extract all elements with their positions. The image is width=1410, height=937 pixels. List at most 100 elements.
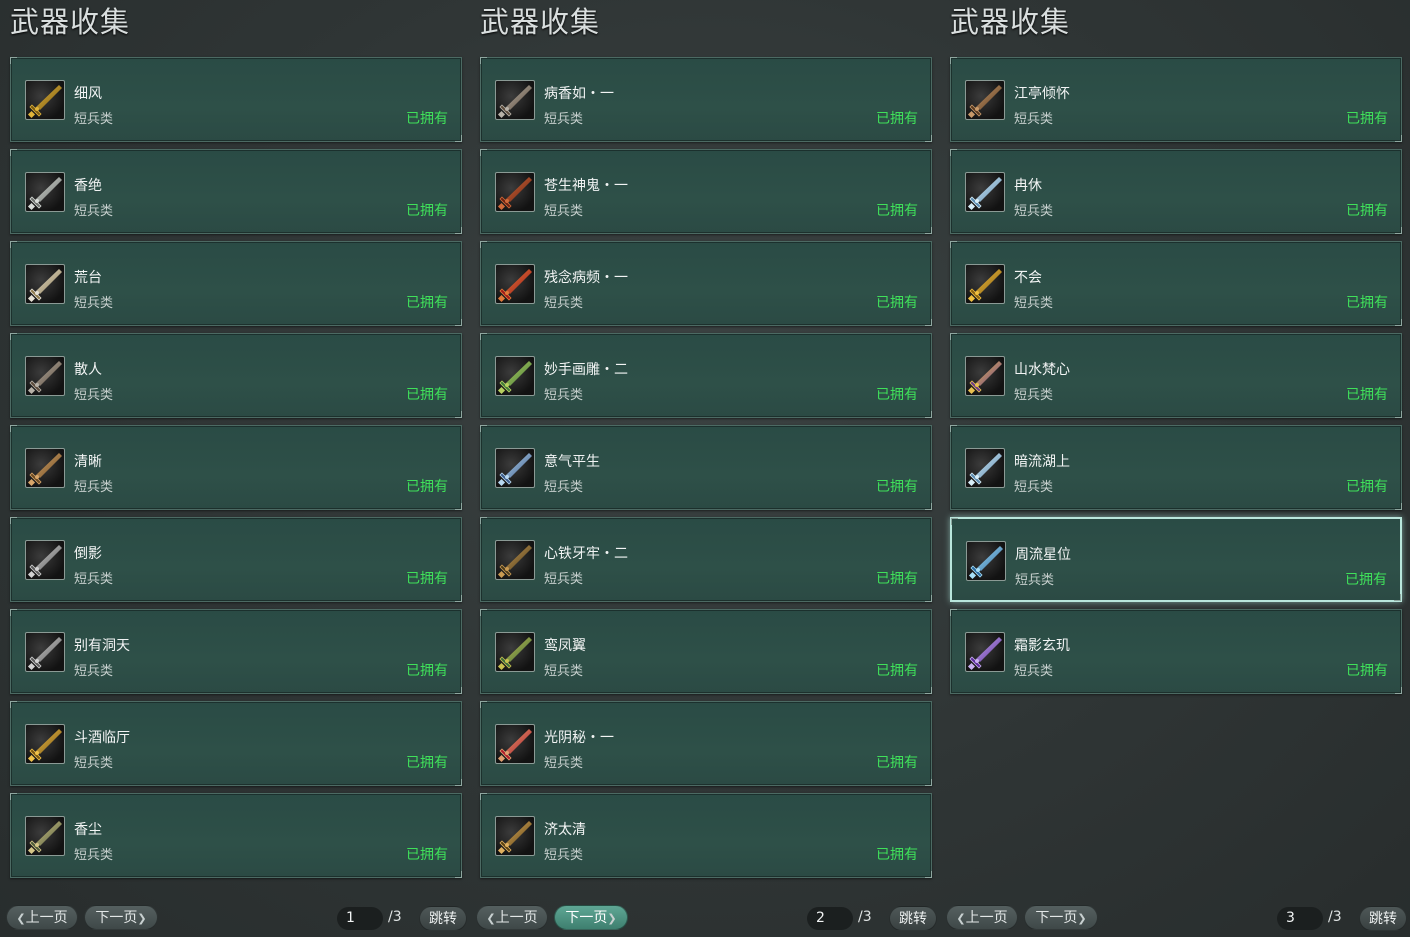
gold-purple-sword-icon bbox=[965, 356, 1005, 396]
jeweled-sword-icon bbox=[25, 816, 65, 856]
owned-status: 已拥有 bbox=[876, 295, 918, 311]
chevron-left-icon: ❮ bbox=[486, 912, 496, 925]
weapon-card[interactable]: 山水梵心 短兵类 已拥有 bbox=[950, 333, 1402, 418]
weapon-card[interactable]: 别有洞天 短兵类 已拥有 bbox=[10, 609, 462, 694]
weapon-type: 短兵类 bbox=[74, 388, 114, 403]
jump-button[interactable]: 跳转 bbox=[889, 906, 937, 931]
weapon-type: 短兵类 bbox=[74, 480, 114, 495]
owned-status: 已拥有 bbox=[876, 663, 918, 679]
weapon-card[interactable]: 霜影玄玑 短兵类 已拥有 bbox=[950, 609, 1402, 694]
prev-page-label: 上一页 bbox=[965, 910, 1008, 926]
gold-cross-icon bbox=[965, 264, 1005, 304]
jump-button[interactable]: 跳转 bbox=[419, 906, 467, 931]
owned-status: 已拥有 bbox=[876, 755, 918, 771]
weapon-name: 别有洞天 bbox=[74, 638, 130, 654]
weapon-card[interactable]: 周流星位短兵类 已拥有 bbox=[950, 517, 1402, 602]
owned-status: 已拥有 bbox=[1346, 479, 1388, 495]
chevron-right-icon: ❯ bbox=[137, 912, 147, 925]
weapon-card[interactable]: 苍生神鬼・一 短兵类 已拥有 bbox=[480, 149, 932, 234]
weapon-card[interactable]: 意气平生 短兵类 已拥有 bbox=[480, 425, 932, 510]
weapon-name: 倒影 bbox=[74, 546, 102, 562]
green-dagger-icon bbox=[495, 632, 535, 672]
owned-status: 已拥有 bbox=[406, 203, 448, 219]
weapon-card[interactable]: 细风 短兵类 已拥有 bbox=[10, 57, 462, 142]
weapon-card[interactable]: 荒台 短兵类 已拥有 bbox=[10, 241, 462, 326]
owned-status: 已拥有 bbox=[1346, 111, 1388, 127]
weapon-collection-panel-2: 武器收集 病香如・一 短兵类 已拥有 苍生神鬼・一 短兵类 已拥有 残念病频・一 短兵类已… bbox=[480, 0, 934, 937]
chevron-left-icon: ❮ bbox=[956, 912, 966, 925]
weapon-card[interactable]: 心铁牙牢・二 短兵类 已拥有 bbox=[480, 517, 932, 602]
owned-status: 已拥有 bbox=[406, 387, 448, 403]
weapon-card[interactable]: 清晰短兵类 已拥有 bbox=[10, 425, 462, 510]
weapon-collection-panel-3: 武器收集 江亭倾怀 短兵类 已拥有 冉休 短兵类 已拥有 不会 短兵类 已拥有 山水梵心 短兵… bbox=[950, 0, 1404, 937]
weapon-type: 短兵类 bbox=[74, 756, 114, 771]
weapon-card[interactable]: 暗流湖上短兵类 已拥有 bbox=[950, 425, 1402, 510]
chevron-right-icon: ❯ bbox=[607, 912, 617, 925]
weapon-type: 短兵类 bbox=[1015, 573, 1055, 588]
prev-page-button[interactable]: ❮上一页 bbox=[476, 905, 548, 930]
weapon-name: 山水梵心 bbox=[1014, 362, 1070, 378]
gold-dagger-icon bbox=[495, 816, 535, 856]
next-page-button[interactable]: 下一页❯ bbox=[1024, 905, 1098, 930]
prev-page-button[interactable]: ❮上一页 bbox=[6, 905, 78, 930]
page-number-input[interactable]: 1 bbox=[337, 907, 383, 930]
weapon-name: 鸾凤翼 bbox=[544, 638, 586, 654]
page-total: /3 bbox=[1328, 909, 1342, 925]
page-total: /3 bbox=[858, 909, 872, 925]
weapon-name: 散人 bbox=[74, 362, 102, 378]
weapon-type: 短兵类 bbox=[74, 848, 114, 863]
bronze-dagger-icon bbox=[495, 540, 535, 580]
page-number-input[interactable]: 3 bbox=[1277, 907, 1323, 930]
weapon-name: 清晰 bbox=[74, 454, 102, 470]
weapon-card[interactable]: 不会 短兵类 已拥有 bbox=[950, 241, 1402, 326]
grey-blade-icon bbox=[25, 632, 65, 672]
next-page-button[interactable]: 下一页❯ bbox=[554, 905, 628, 930]
owned-status: 已拥有 bbox=[876, 479, 918, 495]
page-number-input[interactable]: 2 bbox=[807, 907, 853, 930]
weapon-collection-panel-1: 武器收集 细风 短兵类 已拥有 香绝 短兵类 已拥有 荒台 短兵类 已拥有 散人 短兵类 已拥有 bbox=[10, 0, 464, 937]
weapon-type: 短兵类 bbox=[544, 480, 584, 495]
weapon-name: 苍生神鬼・一 bbox=[544, 178, 628, 194]
owned-status: 已拥有 bbox=[1345, 572, 1387, 588]
weapon-card[interactable]: 病香如・一 短兵类 已拥有 bbox=[480, 57, 932, 142]
weapon-card[interactable]: 江亭倾怀 短兵类 已拥有 bbox=[950, 57, 1402, 142]
weapon-type: 短兵类 bbox=[1014, 204, 1054, 219]
next-page-button[interactable]: 下一页❯ bbox=[84, 905, 158, 930]
owned-status: 已拥有 bbox=[406, 479, 448, 495]
owned-status: 已拥有 bbox=[1346, 663, 1388, 679]
grey-blade-icon bbox=[25, 540, 65, 580]
prev-page-button[interactable]: ❮上一页 bbox=[946, 905, 1018, 930]
weapon-card[interactable]: 散人短兵类 已拥有 bbox=[10, 333, 462, 418]
weapon-card[interactable]: 斗酒临厅 短兵类 已拥有 bbox=[10, 701, 462, 786]
weapon-card[interactable]: 残念病频・一 短兵类 已拥有 bbox=[480, 241, 932, 326]
red-sword-icon bbox=[495, 172, 535, 212]
weapon-type: 短兵类 bbox=[1014, 296, 1054, 311]
weapon-card[interactable]: 济太清 短兵类 已拥有 bbox=[480, 793, 932, 878]
weapon-name: 香尘 bbox=[74, 822, 102, 838]
jump-button[interactable]: 跳转 bbox=[1359, 906, 1407, 931]
owned-status: 已拥有 bbox=[406, 571, 448, 587]
weapon-card[interactable]: 妙手画雕・二 短兵类 已拥有 bbox=[480, 333, 932, 418]
weapon-type: 短兵类 bbox=[1014, 480, 1054, 495]
weapon-name: 济太清 bbox=[544, 822, 586, 838]
weapon-name: 周流星位 bbox=[1015, 547, 1071, 563]
blue-star-sword-icon bbox=[495, 448, 535, 488]
owned-status: 已拥有 bbox=[876, 203, 918, 219]
weapon-card[interactable]: 香绝 短兵类 已拥有 bbox=[10, 149, 462, 234]
red-gold-sword-icon bbox=[495, 264, 535, 304]
weapon-type: 短兵类 bbox=[74, 112, 114, 127]
ice-blade-icon bbox=[965, 172, 1005, 212]
weapon-name: 香绝 bbox=[74, 178, 102, 194]
weapon-card[interactable]: 鸾凤翼 短兵类 已拥有 bbox=[480, 609, 932, 694]
owned-status: 已拥有 bbox=[876, 111, 918, 127]
weapon-card[interactable]: 香尘 短兵类 已拥有 bbox=[10, 793, 462, 878]
silver-blade-icon bbox=[25, 172, 65, 212]
weapon-name: 暗流湖上 bbox=[1014, 454, 1070, 470]
weapon-card[interactable]: 倒影 短兵类 已拥有 bbox=[10, 517, 462, 602]
weapon-card[interactable]: 光阴秘・一 短兵类 已拥有 bbox=[480, 701, 932, 786]
owned-status: 已拥有 bbox=[406, 295, 448, 311]
weapon-type: 短兵类 bbox=[544, 296, 584, 311]
owned-status: 已拥有 bbox=[406, 663, 448, 679]
next-page-label: 下一页 bbox=[1035, 910, 1078, 926]
weapon-card[interactable]: 冉休 短兵类 已拥有 bbox=[950, 149, 1402, 234]
